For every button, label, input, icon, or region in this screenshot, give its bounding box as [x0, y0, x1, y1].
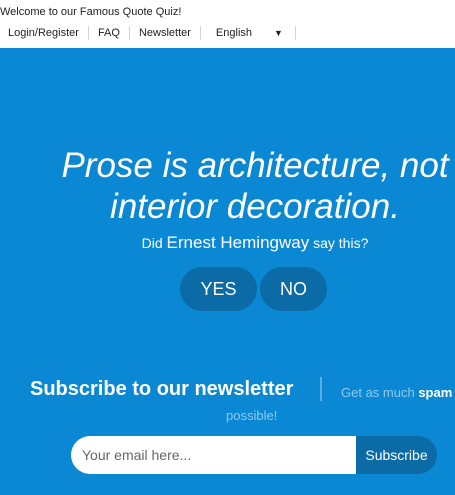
- newsletter-title: Subscribe to our newsletter: [30, 378, 294, 400]
- newsletter-subtitle: Get as much spam: [341, 385, 452, 400]
- newsletter-divider: [320, 377, 322, 401]
- welcome-text: Welcome to our Famous Quote Quiz!: [0, 6, 182, 18]
- email-input[interactable]: [71, 436, 358, 474]
- nav-faq[interactable]: FAQ: [89, 26, 130, 40]
- top-nav: Login/Register FAQ Newsletter English ▼: [0, 25, 296, 41]
- question-prefix: Did: [141, 235, 163, 251]
- quote-line-1: Prose is architecture, not: [61, 146, 449, 185]
- subscribe-button[interactable]: Subscribe: [356, 436, 437, 474]
- quote-author: Ernest Hemingway: [166, 233, 310, 252]
- newsletter-subtitle-prefix: Get as much: [341, 385, 415, 400]
- newsletter-subtitle-bold: spam: [418, 385, 453, 400]
- question-suffix: say this?: [313, 235, 369, 251]
- quote-text: Prose is architecture, not interior deco…: [0, 145, 455, 227]
- quote-line-2: interior decoration.: [110, 187, 400, 226]
- chevron-down-icon: ▼: [274, 28, 283, 38]
- nav-login-register[interactable]: Login/Register: [0, 26, 89, 40]
- top-bar: Welcome to our Famous Quote Quiz! Login/…: [0, 0, 455, 48]
- nav-newsletter[interactable]: Newsletter: [130, 26, 201, 40]
- no-button[interactable]: NO: [260, 267, 327, 311]
- quiz-question: Did Ernest Hemingway say this?: [0, 233, 455, 253]
- language-select[interactable]: English ▼: [201, 26, 296, 40]
- quiz-hero: Prose is architecture, not interior deco…: [0, 48, 455, 495]
- newsletter-subtitle-line2: possible!: [226, 408, 278, 423]
- language-selected: English: [215, 27, 252, 39]
- yes-button[interactable]: YES: [180, 267, 257, 311]
